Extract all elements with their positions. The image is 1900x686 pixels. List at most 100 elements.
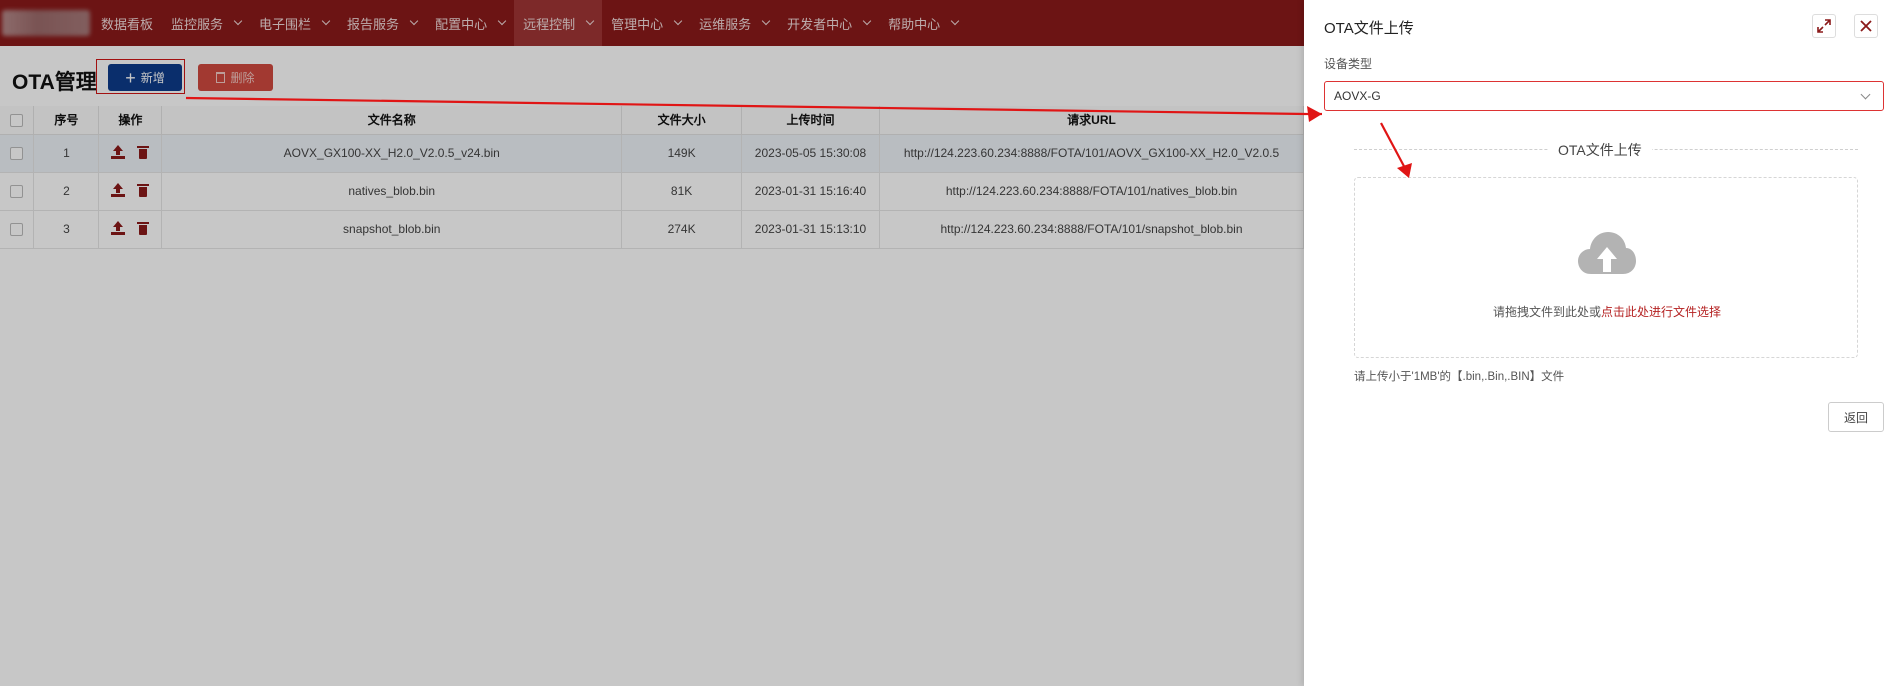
nav-item-label: 帮助中心 — [888, 16, 941, 32]
section-title: OTA文件上传 — [1548, 140, 1652, 160]
nav-item-5[interactable]: 远程控制 — [514, 0, 603, 46]
trash-icon[interactable] — [137, 145, 150, 159]
chevron-down-icon — [761, 16, 771, 26]
nav-item-4[interactable]: 配置中心 — [426, 0, 514, 46]
chevron-down-icon — [950, 16, 960, 26]
delete-button-label: 删除 — [230, 71, 255, 85]
row-filename: natives_blob.bin — [161, 172, 623, 211]
close-button[interactable] — [1854, 14, 1878, 38]
table-body: 1 AOVX_GX100-XX_H2.0_V2.0.5_v24.bin 149K 20… — [0, 134, 1304, 249]
logo[interactable] — [0, 0, 92, 46]
row-size: 149K — [621, 134, 743, 173]
row-index: 3 — [33, 210, 100, 249]
row-size: 81K — [621, 172, 743, 211]
nav-item-label: 电子围栏 — [259, 16, 312, 32]
row-checkbox[interactable] — [10, 223, 24, 237]
select-all-cell — [0, 106, 35, 135]
cloud-upload-icon — [1578, 232, 1636, 274]
chevron-down-icon — [321, 16, 331, 26]
upload-icon[interactable] — [111, 220, 126, 235]
nav-item-label: 管理中心 — [611, 16, 664, 32]
file-dropzone[interactable]: 请拖拽文件到此处或点击此处进行文件选择 — [1354, 177, 1858, 358]
annotation-box — [96, 59, 185, 94]
drawer-title: OTA文件上传 — [1324, 20, 1414, 37]
chevron-down-icon — [1860, 89, 1871, 100]
nav-item-1[interactable]: 监控服务 — [162, 0, 250, 46]
row-select-cell — [0, 172, 35, 211]
header-actions: 操作 — [98, 106, 163, 135]
trash-icon — [216, 72, 226, 83]
nav-item-label: 监控服务 — [171, 16, 224, 32]
table-row[interactable]: 3 snapshot_blob.bin 274K 2023-01-31 15:13:1… — [0, 210, 1304, 249]
device-type-select[interactable]: AOVX-G — [1324, 81, 1884, 111]
nav-item-9[interactable]: 帮助中心 — [879, 0, 967, 46]
nav-item-3[interactable]: 报告服务 — [338, 0, 426, 46]
chevron-down-icon — [585, 16, 595, 26]
row-actions — [98, 134, 163, 173]
table-row[interactable]: 2 natives_blob.bin 81K 2023-01-31 15:16:40 h… — [0, 172, 1304, 211]
upload-drawer: OTA文件上传 设备类型 AOVX-G OTA文件上传 请拖拽文件到此处或点击此… — [1304, 0, 1900, 686]
nav-menu: 数据看板 监控服务 电子围栏 报告服务 配置中心 远程控制 管理中心 运维服务 开发者中心 帮助中… — [92, 0, 967, 46]
upload-hint: 请上传小于'1MB'的【.bin,.Bin,.BIN】文件 — [1354, 371, 1565, 383]
chevron-down-icon — [673, 16, 683, 26]
table-row[interactable]: 1 AOVX_GX100-XX_H2.0_V2.0.5_v24.bin 149K 20… — [0, 134, 1304, 173]
header-url: 请求URL — [879, 106, 1304, 135]
chevron-down-icon — [862, 16, 872, 26]
trash-icon[interactable] — [137, 221, 150, 235]
file-select-link[interactable]: 点击此处进行文件选择 — [1601, 305, 1721, 319]
nav-item-2[interactable]: 电子围栏 — [250, 0, 338, 46]
dropzone-instruction: 请拖拽文件到此处或 — [1492, 305, 1601, 319]
ota-table: 序号 操作 文件名称 文件大小 上传时间 请求URL 1 AOVX_GX100-X… — [0, 106, 1304, 249]
delete-button[interactable]: 删除 — [198, 64, 273, 91]
device-type-value: AOVX-G — [1334, 89, 1381, 103]
row-time: 2023-05-05 15:30:08 — [741, 134, 880, 173]
row-actions — [98, 172, 163, 211]
upload-icon[interactable] — [111, 144, 126, 159]
row-size: 274K — [621, 210, 743, 249]
row-url: http://124.223.60.234:8888/FOTA/101/nati… — [879, 172, 1304, 211]
nav-item-label: 远程控制 — [523, 16, 576, 32]
trash-icon[interactable] — [137, 183, 150, 197]
expand-button[interactable] — [1812, 14, 1836, 38]
nav-item-7[interactable]: 运维服务 — [690, 0, 778, 46]
row-index: 2 — [33, 172, 100, 211]
chevron-down-icon — [409, 16, 419, 26]
nav-item-0[interactable]: 数据看板 — [92, 0, 162, 46]
chevron-down-icon — [497, 16, 507, 26]
nav-item-8[interactable]: 开发者中心 — [778, 0, 879, 46]
row-time: 2023-01-31 15:16:40 — [741, 172, 880, 211]
close-icon — [1860, 20, 1872, 32]
upload-icon[interactable] — [111, 182, 126, 197]
table-header-row: 序号 操作 文件名称 文件大小 上传时间 请求URL — [0, 106, 1304, 135]
device-type-label: 设备类型 — [1324, 57, 1373, 71]
nav-item-label: 开发者中心 — [787, 16, 853, 32]
header-size: 文件大小 — [621, 106, 743, 135]
row-checkbox[interactable] — [10, 147, 24, 161]
back-button[interactable]: 返回 — [1828, 402, 1884, 432]
chevron-down-icon — [233, 16, 243, 26]
dropzone-text: 请拖拽文件到此处或点击此处进行文件选择 — [1355, 303, 1859, 320]
row-select-cell — [0, 134, 35, 173]
row-actions — [98, 210, 163, 249]
row-url: http://124.223.60.234:8888/FOTA/101/AOVX… — [879, 134, 1304, 173]
page-header: OTA管理 + 新增 删除 — [0, 46, 1304, 106]
row-checkbox[interactable] — [10, 185, 24, 199]
row-filename: AOVX_GX100-XX_H2.0_V2.0.5_v24.bin — [161, 134, 623, 173]
nav-item-label: 配置中心 — [435, 16, 488, 32]
row-url: http://124.223.60.234:8888/FOTA/101/snap… — [879, 210, 1304, 249]
row-index: 1 — [33, 134, 100, 173]
nav-item-label: 报告服务 — [347, 16, 400, 32]
logo-image — [2, 10, 90, 36]
nav-item-6[interactable]: 管理中心 — [602, 0, 690, 46]
header-index: 序号 — [33, 106, 100, 135]
header-filename: 文件名称 — [161, 106, 623, 135]
page-title: OTA管理 — [12, 71, 97, 94]
row-time: 2023-01-31 15:13:10 — [741, 210, 880, 249]
header-time: 上传时间 — [741, 106, 880, 135]
row-select-cell — [0, 210, 35, 249]
select-all-checkbox[interactable] — [10, 113, 24, 127]
nav-item-label: 运维服务 — [699, 16, 752, 32]
nav-item-label: 数据看板 — [101, 16, 154, 32]
expand-icon — [1817, 19, 1831, 33]
row-filename: snapshot_blob.bin — [161, 210, 623, 249]
